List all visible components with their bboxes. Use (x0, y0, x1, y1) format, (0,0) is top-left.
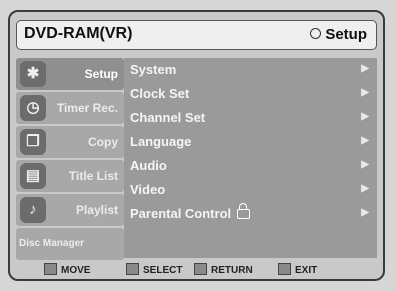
menu-item-clock-set[interactable]: Clock Set ▶ (124, 82, 377, 106)
arrow-right-icon: ▶ (361, 159, 369, 170)
menu-item-parental-control[interactable]: Parental Control ▶ (124, 202, 377, 226)
sidebar-item-label: Timer Rec. (56, 101, 118, 115)
lock-icon (237, 203, 251, 219)
menu-item-label: System (130, 62, 177, 77)
menu-item-language[interactable]: Language ▶ (124, 130, 377, 154)
sidebar-item-label: Setup (84, 67, 118, 81)
sidebar-item-label: Copy (88, 135, 118, 149)
sidebar-item-label: Playlist (75, 203, 118, 217)
arrow-right-icon: ▶ (361, 87, 369, 98)
timer-icon: ◷ (20, 95, 46, 121)
sidebar-item-playlist[interactable]: ♪ Playlist (16, 194, 124, 226)
return-key-icon (194, 263, 207, 275)
menu-item-label: Channel Set (130, 110, 206, 125)
arrow-right-icon: ▶ (361, 135, 369, 146)
footer-select-label: SELECT (143, 265, 183, 276)
sidebar-item-title-list[interactable]: ▤ Title List (16, 160, 124, 192)
arrow-right-icon: ▶ (361, 183, 369, 194)
playlist-icon: ♪ (20, 197, 46, 223)
mode-indicator: Setup (310, 26, 367, 43)
sidebar: ✱ Setup ◷ Timer Rec. ❐ Copy ▤ Title List… (16, 58, 124, 260)
sidebar-item-timer-rec[interactable]: ◷ Timer Rec. (16, 92, 124, 124)
select-key-icon (126, 263, 139, 275)
ring-icon (310, 28, 322, 39)
move-key-icon (44, 263, 57, 275)
sidebar-item-setup[interactable]: ✱ Setup (16, 58, 124, 90)
sidebar-item-label: Title List (68, 169, 118, 183)
menu-item-label-wrap: Parental Control (130, 203, 251, 221)
arrow-right-icon: ▶ (361, 111, 369, 122)
footer-return: RETURN (194, 263, 253, 276)
mode-label: Setup (325, 26, 367, 43)
arrow-right-icon: ▶ (361, 207, 369, 218)
menu-item-channel-set[interactable]: Channel Set ▶ (124, 106, 377, 130)
copy-icon: ❐ (20, 129, 46, 155)
menu-item-video[interactable]: Video ▶ (124, 178, 377, 202)
sidebar-item-label: Disc Manager (19, 238, 85, 249)
setup-menu-panel: System ▶ Clock Set ▶ Channel Set ▶ Langu… (124, 58, 377, 258)
sidebar-item-disc-manager[interactable]: Disc Manager (16, 228, 124, 260)
arrow-right-icon: ▶ (361, 63, 369, 74)
footer-move-label: MOVE (61, 265, 91, 276)
menu-item-label: Language (130, 134, 192, 149)
exit-key-icon (278, 263, 291, 275)
menu-item-label: Clock Set (130, 86, 190, 101)
disc-type-title: DVD-RAM(VR) (24, 25, 133, 42)
footer-move: MOVE (44, 263, 90, 276)
menu-item-label: Video (130, 182, 166, 197)
title-bar: DVD-RAM(VR) Setup (16, 20, 377, 50)
title-list-icon: ▤ (20, 163, 46, 189)
footer-exit: EXIT (278, 263, 317, 276)
menu-item-label: Audio (130, 158, 167, 173)
menu-item-system[interactable]: System ▶ (124, 58, 377, 82)
footer-exit-label: EXIT (295, 265, 318, 276)
footer-select: SELECT (126, 263, 182, 276)
menu-item-label: Parental Control (130, 206, 232, 221)
menu-item-audio[interactable]: Audio ▶ (124, 154, 377, 178)
sidebar-item-copy[interactable]: ❐ Copy (16, 126, 124, 158)
setup-icon: ✱ (20, 61, 46, 87)
dvd-setup-screen: DVD-RAM(VR) Setup ✱ Setup ◷ Timer Rec. ❐… (8, 10, 385, 281)
footer-key-guide: MOVE SELECT RETURN EXIT (16, 262, 377, 277)
footer-return-label: RETURN (211, 265, 253, 276)
